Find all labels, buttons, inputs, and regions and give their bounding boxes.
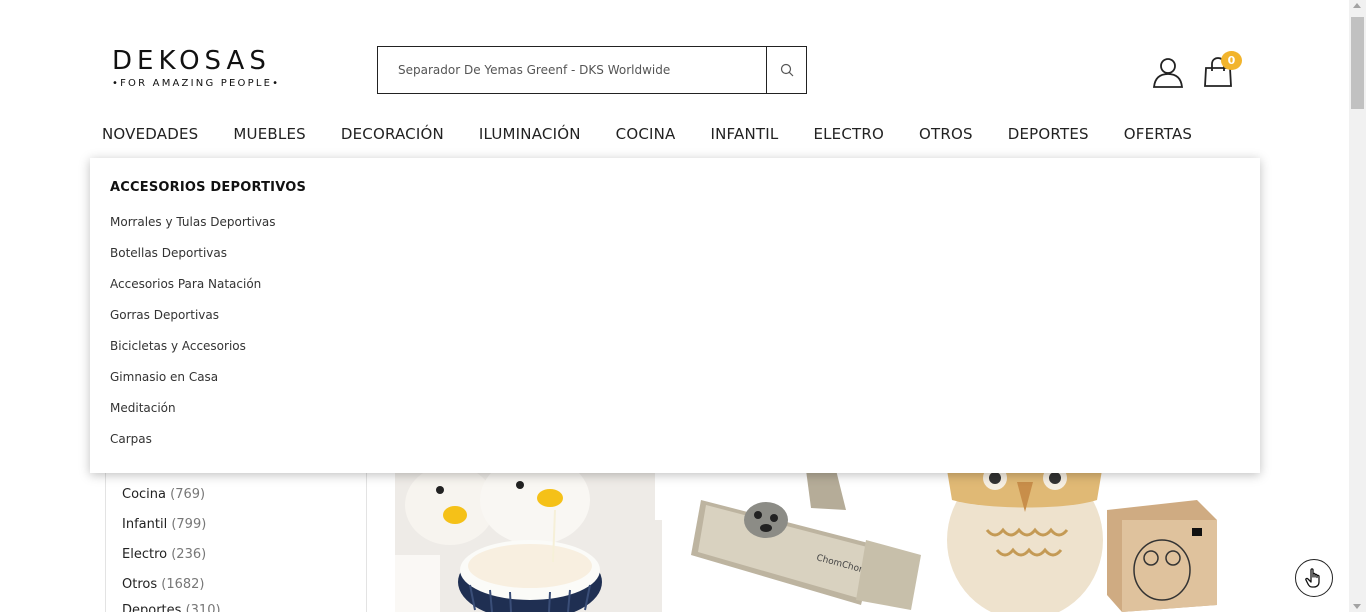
category-count: (799) (171, 517, 207, 532)
search-button[interactable] (766, 47, 806, 93)
search-input[interactable] (378, 47, 766, 93)
mega-menu-link[interactable]: Carpas (110, 432, 1240, 463)
nav-item-otros[interactable]: OTROS (919, 125, 973, 143)
nav-item-cocina[interactable]: COCINA (616, 125, 676, 143)
mega-menu-link[interactable]: Accesorios Para Natación (110, 277, 1240, 308)
category-count: (236) (171, 547, 207, 562)
egg-separator-illustration (395, 470, 662, 612)
nav-item-iluminacion[interactable]: ILUMINACIÓN (479, 125, 581, 143)
category-name: Cocina (122, 487, 166, 502)
lint-roller-illustration: ChomChom (686, 470, 938, 612)
category-count: (1682) (161, 577, 205, 592)
user-icon[interactable] (1152, 56, 1184, 88)
help-button[interactable] (1295, 559, 1333, 597)
nav-item-deportes[interactable]: DEPORTES (1008, 125, 1089, 143)
nav-item-novedades[interactable]: NOVEDADES (102, 125, 198, 143)
category-name: Electro (122, 547, 168, 562)
sidebar-category-otros[interactable]: Otros (1682) (122, 577, 205, 592)
category-name: Infantil (122, 517, 168, 532)
category-count: (769) (170, 487, 206, 502)
vertical-scrollbar[interactable] (1349, 0, 1366, 612)
mega-menu-link[interactable]: Botellas Deportivas (110, 246, 1240, 277)
product-image-owl-box[interactable] (947, 470, 1222, 612)
hand-pointer-icon (1305, 568, 1320, 588)
mega-menu-link[interactable]: Bicicletas y Accesorios (110, 339, 1240, 370)
sidebar-category-cocina[interactable]: Cocina (769) (122, 487, 205, 502)
owl-box-illustration (947, 470, 1222, 612)
nav-item-infantil[interactable]: INFANTIL (711, 125, 779, 143)
sidebar-category-infantil[interactable]: Infantil (799) (122, 517, 206, 532)
category-name: Deportes (122, 603, 182, 612)
category-count: (310) (185, 603, 221, 612)
nav-item-ofertas[interactable]: OFERTAS (1124, 125, 1192, 143)
scroll-up-arrow-icon[interactable] (1353, 3, 1361, 8)
mega-menu-title[interactable]: ACCESORIOS DEPORTIVOS (110, 180, 1240, 195)
mega-menu-link[interactable]: Gimnasio en Casa (110, 370, 1240, 401)
scroll-down-arrow-icon[interactable] (1353, 604, 1361, 609)
logo-tagline: •FOR AMAZING PEOPLE• (112, 78, 281, 89)
nav-item-electro[interactable]: ELECTRO (813, 125, 884, 143)
sidebar-category-deportes[interactable]: Deportes (310) (122, 603, 221, 612)
search-icon (780, 63, 793, 77)
cart-count-badge: 0 (1221, 51, 1242, 70)
main-nav: NOVEDADES MUEBLES DECORACIÓN ILUMINACIÓN… (102, 125, 1227, 143)
mega-menu-link[interactable]: Morrales y Tulas Deportivas (110, 215, 1240, 246)
logo-wordmark: DEKOSAS (112, 46, 271, 76)
category-sidebar: Cocina (769) Infantil (799) Electro (236… (105, 470, 367, 612)
sidebar-category-electro[interactable]: Electro (236) (122, 547, 206, 562)
nav-item-decoracion[interactable]: DECORACIÓN (341, 125, 444, 143)
category-name: Otros (122, 577, 158, 592)
mega-menu-link[interactable]: Meditación (110, 401, 1240, 432)
search-bar (377, 46, 807, 94)
product-image-egg-separator[interactable] (395, 470, 662, 612)
scrollbar-thumb[interactable] (1351, 17, 1364, 109)
logo[interactable]: DEKOSAS •FOR AMAZING PEOPLE• (112, 46, 292, 89)
mega-menu-dropdown: ACCESORIOS DEPORTIVOS Morrales y Tulas D… (90, 158, 1260, 473)
nav-item-muebles[interactable]: MUEBLES (233, 125, 305, 143)
mega-menu-link[interactable]: Gorras Deportivas (110, 308, 1240, 339)
product-image-lint-roller[interactable]: ChomChom (686, 470, 938, 612)
